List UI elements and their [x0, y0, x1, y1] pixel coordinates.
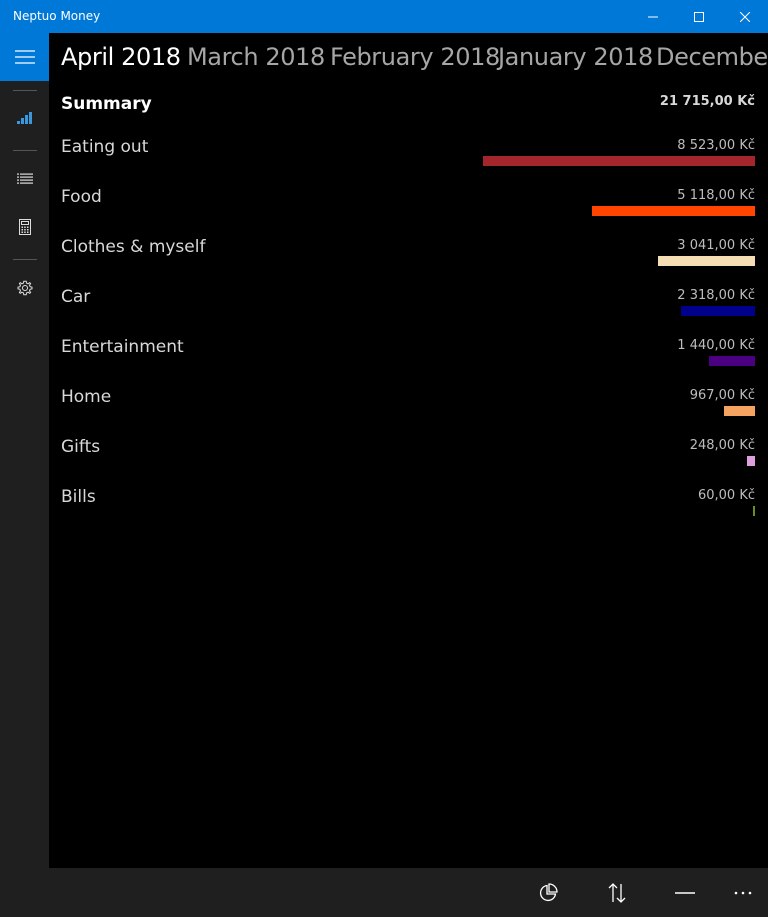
title-bar: Neptuo Money — [0, 0, 768, 33]
hamburger-menu-button[interactable] — [0, 33, 49, 81]
month-tab-january-2018[interactable]: January 2018 — [498, 43, 653, 71]
nav-item-settings[interactable] — [0, 268, 49, 308]
month-pivot: April 2018 March 2018 February 2018 Janu… — [49, 43, 768, 83]
category-name: Clothes & myself — [61, 237, 206, 257]
category-amount: 3 041,00 Kč — [677, 238, 755, 253]
category-amount: 5 118,00 Kč — [677, 188, 755, 203]
minimize-button[interactable] — [630, 0, 676, 33]
close-button[interactable] — [722, 0, 768, 33]
pie-chart-button[interactable] — [528, 868, 568, 917]
close-icon — [740, 11, 750, 22]
minimize-icon — [648, 16, 658, 17]
summary-label: Summary — [61, 94, 152, 114]
month-tab-march-2018[interactable]: March 2018 — [187, 43, 325, 71]
maximize-icon — [694, 11, 704, 22]
category-row[interactable]: Gifts 248,00 Kč — [49, 437, 768, 487]
category-bar — [724, 406, 755, 416]
category-bar — [658, 256, 755, 266]
category-row[interactable]: Entertainment 1 440,00 Kč — [49, 337, 768, 387]
navigation-rail — [0, 33, 49, 917]
category-name: Entertainment — [61, 337, 184, 357]
category-amount: 967,00 Kč — [689, 388, 755, 403]
app-window: Neptuo Money April 2018 March 2018 Febru… — [0, 0, 768, 917]
window-title: Neptuo Money — [13, 9, 101, 23]
summary-total: 21 715,00 Kč — [659, 94, 755, 109]
category-name: Gifts — [61, 437, 101, 457]
rail-separator — [13, 150, 37, 151]
category-bar — [747, 456, 755, 466]
category-bar — [681, 306, 755, 316]
list-icon — [16, 173, 33, 184]
month-tab-february-2018[interactable]: February 2018 — [330, 43, 500, 71]
category-row[interactable]: Eating out 8 523,00 Kč — [49, 137, 768, 187]
category-row[interactable]: Clothes & myself 3 041,00 Kč — [49, 237, 768, 287]
calculator-icon — [18, 219, 31, 235]
category-row[interactable]: Food 5 118,00 Kč — [49, 187, 768, 237]
category-name: Food — [61, 187, 102, 207]
maximize-button[interactable] — [676, 0, 722, 33]
sort-button[interactable] — [597, 868, 637, 917]
month-tab-april-2018[interactable]: April 2018 — [61, 43, 181, 71]
category-row[interactable]: Home 967,00 Kč — [49, 387, 768, 437]
sort-icon — [608, 882, 626, 903]
category-row[interactable]: Car 2 318,00 Kč — [49, 287, 768, 337]
month-tab-december[interactable]: December — [656, 43, 768, 71]
category-row[interactable]: Bills 60,00 Kč — [49, 487, 768, 537]
gear-icon — [17, 280, 32, 296]
category-name: Eating out — [61, 137, 149, 157]
category-amount: 8 523,00 Kč — [677, 138, 755, 153]
more-icon — [734, 891, 752, 894]
minus-button[interactable] — [665, 868, 705, 917]
category-amount: 2 318,00 Kč — [677, 288, 755, 303]
rail-separator — [13, 259, 37, 260]
nav-item-overview[interactable] — [0, 98, 49, 138]
nav-item-list[interactable] — [0, 159, 49, 199]
main-content: April 2018 March 2018 February 2018 Janu… — [49, 33, 768, 868]
category-amount: 60,00 Kč — [697, 488, 755, 503]
minus-icon — [675, 891, 695, 894]
command-bar — [49, 868, 768, 917]
category-name: Bills — [61, 487, 96, 507]
rail-separator — [13, 90, 37, 91]
pie-chart-icon — [539, 882, 558, 901]
hamburger-menu-icon — [14, 50, 35, 64]
category-name: Home — [61, 387, 112, 407]
category-bar — [709, 356, 755, 366]
category-name: Car — [61, 287, 91, 307]
category-bar — [592, 206, 755, 216]
nav-item-calculator[interactable] — [0, 207, 49, 247]
bar-chart-icon — [16, 112, 32, 124]
category-bar — [753, 506, 755, 516]
category-amount: 1 440,00 Kč — [677, 338, 755, 353]
category-bar — [483, 156, 755, 166]
category-amount: 248,00 Kč — [689, 438, 755, 453]
more-button[interactable] — [723, 868, 763, 917]
